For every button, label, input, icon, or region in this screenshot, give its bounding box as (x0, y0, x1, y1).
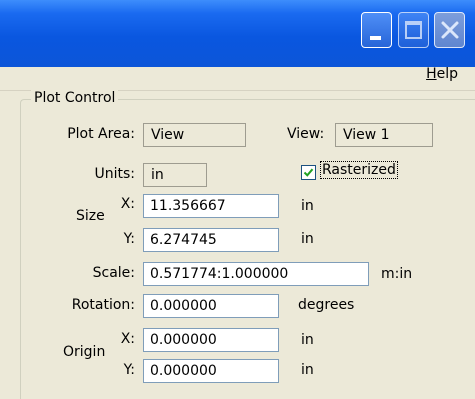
close-button[interactable] (434, 12, 465, 48)
plot-area-label: Plot Area: (67, 126, 135, 142)
origin-y-input[interactable] (143, 359, 279, 383)
rotation-input[interactable] (143, 294, 279, 318)
rotation-unit: degrees (298, 297, 355, 313)
units-label: Units: (94, 166, 135, 182)
view-label: View: (287, 126, 325, 142)
minimize-button[interactable] (361, 12, 392, 48)
menu-help-accelerator: H (426, 66, 437, 82)
scale-label: Scale: (92, 265, 135, 281)
size-x-input[interactable] (143, 194, 279, 218)
origin-x-unit: in (301, 332, 314, 348)
view-field: View 1 (335, 123, 433, 147)
plot-area-field: View (143, 123, 246, 147)
size-y-unit: in (301, 231, 314, 247)
maximize-button[interactable] (398, 12, 429, 48)
rotation-label: Rotation: (71, 297, 135, 313)
minimize-icon (370, 36, 381, 40)
close-icon (441, 21, 459, 39)
title-bar[interactable] (0, 0, 475, 67)
menu-bar: Help (0, 66, 475, 91)
origin-x-input[interactable] (143, 328, 279, 352)
menu-help-label: elp (436, 66, 458, 82)
size-x-unit: in (301, 198, 314, 214)
origin-label: Origin (63, 344, 106, 360)
checkmark-icon (303, 168, 314, 177)
origin-x-label: X: (120, 331, 135, 347)
menu-help[interactable]: Help (426, 66, 458, 82)
scale-unit: m:in (381, 266, 413, 282)
maximize-icon (405, 21, 422, 39)
plot-control-title: Plot Control (31, 90, 119, 106)
rasterized-label[interactable]: Rasterized (320, 161, 398, 179)
size-x-label: X: (120, 196, 135, 212)
origin-y-label: Y: (123, 362, 135, 378)
size-y-label: Y: (123, 231, 135, 247)
rasterized-checkbox[interactable] (301, 165, 316, 180)
size-y-input[interactable] (143, 228, 279, 252)
scale-input[interactable] (143, 262, 369, 286)
units-field: in (143, 163, 207, 187)
origin-y-unit: in (301, 362, 314, 378)
